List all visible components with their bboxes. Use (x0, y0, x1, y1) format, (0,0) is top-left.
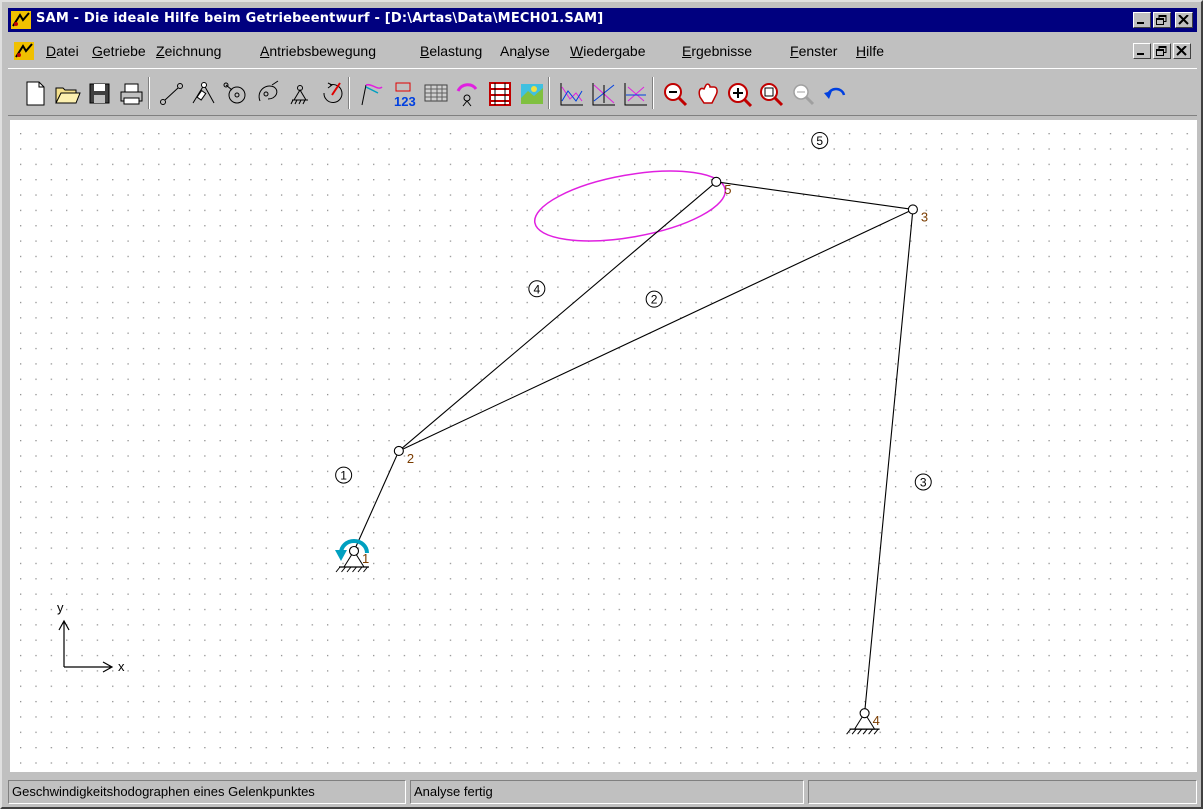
joint-5[interactable] (711, 176, 722, 187)
joint-label-1: 1 (362, 551, 369, 566)
document-close-button[interactable] (1173, 43, 1191, 59)
chart-xy-third-icon[interactable] (620, 79, 650, 107)
mechanism-drawing: 1 2 3 4 5 1 2 3 4 5 y x (10, 120, 1197, 772)
link-number-text: 1 (340, 469, 347, 483)
angle-motion-icon[interactable] (452, 79, 482, 107)
save-disk-icon[interactable] (84, 79, 114, 107)
zoom-all-icon[interactable] (788, 79, 818, 107)
zoom-in-icon[interactable] (724, 79, 754, 108)
joint-label-2: 2 (407, 451, 414, 466)
colored-scene-icon[interactable] (516, 79, 546, 107)
menu-item-Antriebsbewegung[interactable]: Antriebsbewegung (260, 43, 376, 59)
minimize-button[interactable] (1133, 12, 1151, 28)
path-tracing-icon[interactable] (356, 79, 386, 107)
zoom-out-icon[interactable] (660, 79, 690, 107)
gear-element-icon[interactable] (220, 79, 250, 107)
joint-4[interactable] (859, 708, 870, 719)
open-folder-icon[interactable] (52, 79, 82, 107)
document-minimize-button[interactable] (1133, 43, 1151, 59)
document-restore-button[interactable] (1153, 43, 1171, 59)
link-number-text: 2 (651, 293, 658, 307)
joint-label-5: 5 (724, 182, 731, 197)
new-file-icon[interactable] (20, 79, 50, 107)
pan-hand-icon[interactable] (692, 79, 722, 107)
ground-support-icon[interactable] (284, 79, 314, 107)
joint-2[interactable] (393, 445, 404, 457)
link-number-text: 3 (920, 476, 927, 490)
status-bar: Geschwindigkeitshodographen eines Gelenk… (8, 776, 1197, 806)
slider-element-icon[interactable] (188, 79, 218, 107)
document-icon[interactable] (14, 42, 34, 60)
link-number-4: 4 (528, 280, 546, 298)
beam-element-icon[interactable] (156, 79, 186, 107)
caption-buttons (1133, 12, 1193, 28)
drive-motor-icon[interactable] (316, 79, 346, 107)
menu-item-Belastung[interactable]: Belastung (420, 43, 482, 59)
undo-icon[interactable] (820, 79, 850, 107)
cam-element-icon[interactable] (252, 79, 282, 107)
y-axis-label: y (57, 600, 64, 615)
window-title: SAM - Die ideale Hilfe beim Getriebeentw… (36, 11, 604, 26)
status-extra (808, 780, 1197, 804)
close-button[interactable] (1175, 12, 1193, 28)
menu-item-Zeichnung[interactable]: Zeichnung (156, 43, 221, 59)
status-message: Geschwindigkeitshodographen eines Gelenk… (8, 780, 406, 804)
table-icon[interactable] (420, 79, 450, 107)
mechanism-canvas[interactable]: 1 2 3 4 5 1 2 3 4 5 y x (10, 120, 1197, 772)
toolbar-separator (148, 77, 150, 109)
menu-item-Ergebnisse[interactable]: Ergebnisse (682, 43, 752, 59)
joint-1[interactable] (348, 545, 360, 557)
menu-item-Analyse[interactable]: Analyse (500, 43, 550, 59)
menu-item-Getriebe[interactable]: Getriebe (92, 43, 146, 59)
x-axis-label: x (118, 659, 125, 674)
menu-item-Datei[interactable]: Datei (46, 43, 79, 59)
menu-bar: Datei Getriebe Zeichnung Antriebsbewegung Be… (8, 40, 1197, 62)
toolbar-separator (348, 77, 350, 109)
grid-dots (10, 120, 1197, 772)
toolbar: 123 (8, 68, 1197, 116)
print-icon[interactable] (116, 79, 146, 107)
status-state: Analyse fertig (410, 780, 804, 804)
link-number-2: 2 (645, 290, 663, 308)
restore-button[interactable] (1153, 12, 1171, 28)
zoom-window-icon[interactable] (756, 79, 786, 107)
menu-item-Hilfe[interactable]: Hilfe (856, 43, 884, 59)
joint-label-4: 4 (873, 713, 880, 728)
menu-item-Wiedergabe[interactable]: Wiedergabe (570, 43, 646, 59)
document-caption-buttons (1133, 43, 1191, 59)
application-window: SAM - Die ideale Hilfe beim Getriebeentw… (0, 0, 1203, 809)
link-number-1: 1 (335, 466, 353, 484)
chart-xy-icon[interactable] (556, 79, 586, 107)
link-number-3: 3 (914, 473, 932, 491)
toolbar-separator (652, 77, 654, 109)
film-frames-icon[interactable] (484, 79, 514, 107)
link-number-text: 5 (816, 134, 823, 148)
link-number-text: 4 (534, 282, 541, 296)
toolbar-separator (548, 77, 550, 109)
title-bar[interactable]: SAM - Die ideale Hilfe beim Getriebeentw… (8, 8, 1197, 32)
joint-label-3: 3 (921, 209, 928, 224)
chart-xy-second-icon[interactable] (588, 79, 618, 107)
sam-app-icon (11, 11, 31, 29)
link-number-5: 5 (811, 131, 829, 149)
menu-item-Fenster[interactable]: Fenster (790, 43, 837, 59)
joint-3[interactable] (907, 204, 918, 215)
svg-text:123: 123 (394, 94, 416, 107)
numbering-icon[interactable]: 123 (388, 79, 418, 109)
